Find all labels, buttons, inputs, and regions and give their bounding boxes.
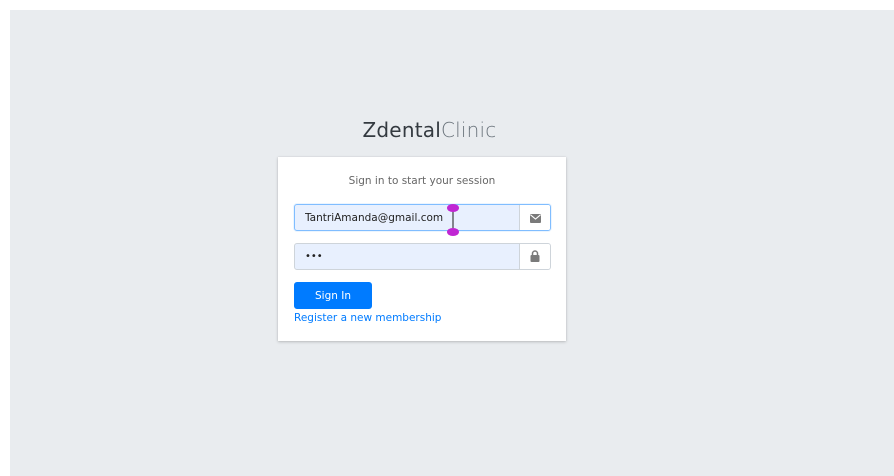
- page-background: ZdentalClinic Sign in to start your sess…: [10, 10, 894, 476]
- login-logo[interactable]: ZdentalClinic: [10, 118, 849, 142]
- login-box-message: Sign in to start your session: [348, 175, 496, 187]
- password-input[interactable]: [295, 244, 519, 269]
- password-input-group: [294, 243, 551, 270]
- register-link[interactable]: Register a new membership: [294, 312, 441, 324]
- brand-bold: Zdental: [362, 118, 441, 142]
- email-input[interactable]: [295, 205, 519, 230]
- login-card: Sign in to start your session TantriAman…: [278, 157, 566, 341]
- email-addon: [519, 205, 550, 230]
- email-input-group: [294, 204, 551, 231]
- sign-in-button[interactable]: Sign In: [294, 282, 372, 309]
- text-cursor-handles: [446, 204, 460, 236]
- password-addon: [519, 244, 550, 269]
- brand-light: Clinic: [440, 118, 497, 142]
- lock-icon: [530, 247, 540, 266]
- envelope-icon: [529, 208, 541, 227]
